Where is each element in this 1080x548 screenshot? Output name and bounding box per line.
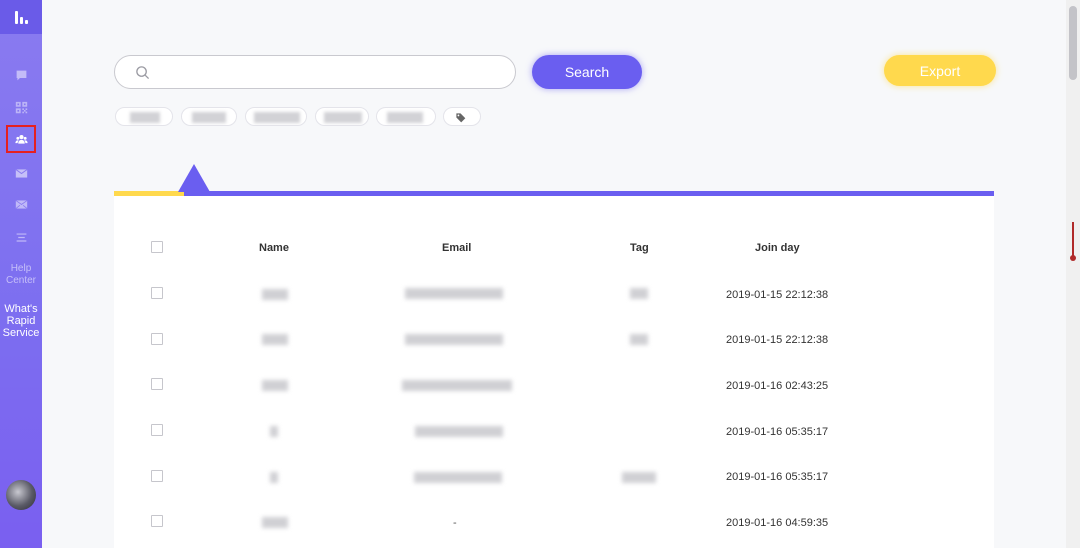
row-email xyxy=(405,288,503,299)
chat-icon xyxy=(16,70,26,80)
row-email: - xyxy=(453,517,457,529)
column-header-join-day[interactable]: Join day xyxy=(755,242,800,254)
nav-mail[interactable] xyxy=(6,159,36,187)
search-field[interactable] xyxy=(114,55,516,89)
search-input[interactable] xyxy=(160,62,500,84)
row-email xyxy=(415,426,503,437)
scroll-marker-dot xyxy=(1070,255,1076,261)
column-header-email[interactable]: Email xyxy=(442,242,471,254)
row-name xyxy=(262,289,288,300)
send-mail-icon xyxy=(15,199,27,209)
row-name xyxy=(262,380,288,391)
row-checkbox[interactable] xyxy=(151,333,163,345)
nav-menu[interactable] xyxy=(6,223,36,251)
nav-chat[interactable] xyxy=(6,61,36,89)
column-header-tag[interactable]: Tag xyxy=(630,242,649,254)
main-content: Search Export xyxy=(42,0,1066,548)
select-all-checkbox[interactable] xyxy=(151,241,163,253)
row-checkbox[interactable] xyxy=(151,378,163,390)
row-tag xyxy=(630,288,648,299)
filter-chip[interactable] xyxy=(115,107,173,126)
scroll-marker xyxy=(1072,222,1074,258)
qr-icon xyxy=(15,101,27,113)
row-email xyxy=(402,380,512,391)
column-header-name[interactable]: Name xyxy=(259,242,289,254)
logo-icon xyxy=(14,10,28,24)
nav-send-mail[interactable] xyxy=(6,190,36,218)
search-icon xyxy=(136,66,150,80)
row-checkbox[interactable] xyxy=(151,287,163,299)
nav-qr[interactable] xyxy=(6,93,36,121)
row-email xyxy=(414,472,502,483)
row-email xyxy=(405,334,503,345)
mail-icon xyxy=(15,168,27,178)
filter-chip[interactable] xyxy=(376,107,436,126)
page-scrollbar[interactable] xyxy=(1066,0,1080,548)
avatar[interactable] xyxy=(6,480,36,510)
row-join-day: 2019-01-16 05:35:17 xyxy=(726,426,829,438)
filter-chip[interactable] xyxy=(315,107,369,126)
filter-chip-tag[interactable] xyxy=(443,107,481,126)
search-button[interactable]: Search xyxy=(532,55,642,89)
nav-users[interactable] xyxy=(6,125,36,153)
scrollbar-thumb[interactable] xyxy=(1069,6,1077,80)
row-tag xyxy=(630,334,648,345)
row-name xyxy=(262,517,288,528)
row-name xyxy=(270,472,278,483)
row-tag xyxy=(622,472,656,483)
row-join-day: 2019-01-16 04:59:35 xyxy=(726,517,829,529)
users-icon xyxy=(14,134,28,144)
export-button[interactable]: Export xyxy=(884,55,996,86)
row-name xyxy=(270,426,278,437)
row-checkbox[interactable] xyxy=(151,424,163,436)
row-checkbox[interactable] xyxy=(151,515,163,527)
menu-icon xyxy=(16,232,26,242)
tab-pointer xyxy=(178,164,210,192)
row-join-day: 2019-01-15 22:12:38 xyxy=(726,334,829,346)
user-table xyxy=(114,196,994,548)
tag-icon xyxy=(456,113,466,123)
row-join-day: 2019-01-15 22:12:38 xyxy=(726,289,829,301)
app-logo[interactable] xyxy=(0,0,42,34)
filter-chip[interactable] xyxy=(245,107,307,126)
filter-chip[interactable] xyxy=(181,107,237,126)
row-name xyxy=(262,334,288,345)
row-join-day: 2019-01-16 02:43:25 xyxy=(726,380,829,392)
row-join-day: 2019-01-16 05:35:17 xyxy=(726,471,829,483)
whats-rapid-service-link[interactable]: What's Rapid Service xyxy=(0,303,42,339)
help-center-link[interactable]: Help Center xyxy=(0,263,42,287)
row-checkbox[interactable] xyxy=(151,470,163,482)
sidebar: Help Center What's Rapid Service xyxy=(0,0,42,548)
